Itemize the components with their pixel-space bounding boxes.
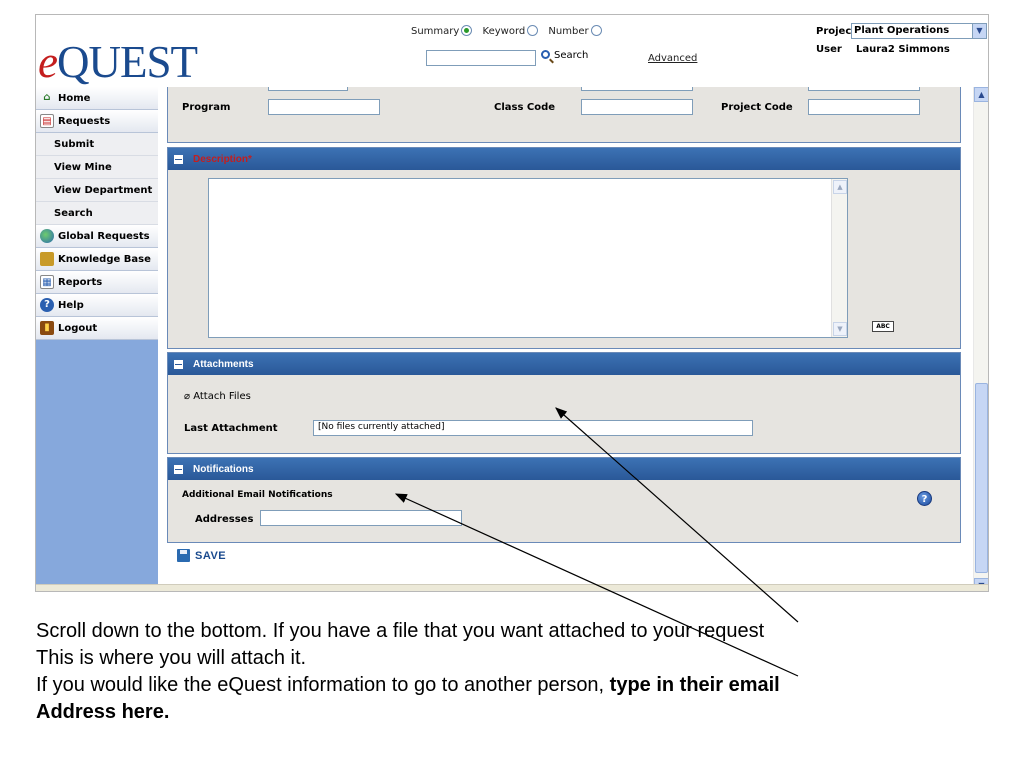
class-code-label: Class Code (494, 102, 556, 113)
project-code-field[interactable] (808, 99, 920, 115)
knowledge-base-icon (40, 252, 54, 266)
last-attachment-field: [No files currently attached] (313, 420, 753, 436)
user-label: User (816, 44, 842, 55)
help-icon[interactable]: ? (917, 491, 932, 506)
logout-icon: ▮ (40, 321, 54, 335)
scroll-up-icon[interactable]: ▲ (974, 87, 988, 102)
paperclip-icon: ⌀ (184, 391, 191, 402)
cut-off-field[interactable] (268, 87, 348, 91)
user-name: Laura2 Simmons (856, 44, 950, 55)
caption-line: If you would like the eQuest information… (36, 674, 780, 696)
additional-email-label: Additional Email Notifications (182, 490, 333, 500)
last-attachment-label: Last Attachment (184, 423, 278, 434)
search-mode-group: Summary Keyword Number (411, 25, 609, 37)
scroll-down-icon[interactable]: ▼ (833, 322, 847, 336)
notifications-header: Notifications (168, 458, 960, 480)
caption-line: Address here. (36, 701, 170, 723)
equest-logo: eQUEST (38, 37, 198, 87)
search-mode-number[interactable]: Number (548, 25, 602, 37)
keyword-radio[interactable] (527, 25, 539, 36)
attach-files-link[interactable]: ⌀ Attach Files (184, 391, 251, 402)
browser-frame: eQUEST Summary Keyword Number Search Adv… (35, 14, 989, 592)
sidebar-item-logout[interactable]: ▮ Logout (36, 317, 158, 340)
sidebar-item-view-department[interactable]: View Department (36, 179, 158, 202)
description-scrollbar[interactable]: ▲ ▼ (831, 179, 847, 337)
collapse-icon[interactable] (174, 154, 183, 164)
sidebar-item-requests[interactable]: ▤ Requests (36, 110, 158, 133)
save-disk-icon (177, 549, 190, 562)
sidebar-item-help[interactable]: ? Help (36, 294, 158, 317)
spell-check-icon[interactable]: ABC (872, 321, 894, 332)
project-select[interactable]: Plant Operations ▼ (851, 23, 987, 39)
sidebar-item-global-requests[interactable]: Global Requests (36, 225, 158, 248)
search-button[interactable]: Search (541, 50, 588, 61)
attachments-header: Attachments (168, 353, 960, 375)
help-icon: ? (40, 298, 54, 312)
chevron-down-icon[interactable]: ▼ (972, 24, 986, 38)
addresses-input[interactable] (260, 510, 462, 526)
description-panel: Description * ▲ ▼ ABC (167, 147, 961, 349)
page-scrollbar[interactable]: ▲ ▼ (973, 87, 988, 591)
caption-line: This is where you will attach it. (36, 647, 307, 669)
sidebar-item-knowledge-base[interactable]: Knowledge Base (36, 248, 158, 271)
search-mode-keyword[interactable]: Keyword (483, 25, 539, 37)
sidebar-nav: ⌂ Home ▤ Requests Submit View Mine View De… (36, 87, 158, 591)
project-code-label: Project Code (721, 102, 793, 113)
required-marker: * (248, 153, 252, 165)
description-title: Description (193, 153, 249, 165)
description-header: Description * (168, 148, 960, 170)
collapse-icon[interactable] (174, 464, 183, 474)
main-content: Program Class Code Project Code Descript… (158, 87, 973, 591)
number-radio[interactable] (590, 25, 602, 36)
class-code-field[interactable] (581, 99, 693, 115)
description-textarea[interactable]: ▲ ▼ (208, 178, 848, 338)
scroll-up-icon[interactable]: ▲ (833, 180, 847, 194)
cut-off-field[interactable] (808, 87, 920, 91)
globe-icon (40, 229, 54, 243)
search-mode-summary[interactable]: Summary (411, 25, 473, 37)
notifications-title: Notifications (193, 463, 254, 475)
browser-status-bar (36, 584, 988, 591)
sidebar-item-search[interactable]: Search (36, 202, 158, 225)
scroll-thumb[interactable] (975, 383, 988, 573)
request-details-panel: Program Class Code Project Code (167, 87, 961, 143)
save-button[interactable]: SAVE (177, 549, 226, 562)
instruction-caption: Scroll down to the bottom. If you have a… (36, 618, 996, 726)
attachments-title: Attachments (193, 358, 254, 370)
requests-icon: ▤ (40, 114, 54, 128)
sidebar-item-reports[interactable]: ▦ Reports (36, 271, 158, 294)
sidebar-item-submit[interactable]: Submit (36, 133, 158, 156)
search-input[interactable] (426, 50, 536, 66)
advanced-search-link[interactable]: Advanced (648, 53, 697, 64)
caption-line: Scroll down to the bottom. If you have a… (36, 620, 765, 642)
program-field[interactable] (268, 99, 380, 115)
sidebar-item-view-mine[interactable]: View Mine (36, 156, 158, 179)
addresses-label: Addresses (195, 514, 254, 525)
summary-radio[interactable] (461, 25, 473, 36)
home-icon: ⌂ (43, 92, 51, 103)
app-header: eQUEST Summary Keyword Number Search Adv… (36, 15, 988, 87)
search-icon (541, 50, 550, 59)
cut-off-field[interactable] (581, 87, 693, 91)
attachments-panel: Attachments ⌀ Attach Files Last Attachme… (167, 352, 961, 454)
notifications-panel: Notifications Additional Email Notificat… (167, 457, 961, 543)
program-label: Program (182, 102, 231, 113)
reports-icon: ▦ (40, 275, 54, 289)
collapse-icon[interactable] (174, 359, 183, 369)
sidebar-item-home[interactable]: ⌂ Home (36, 87, 158, 110)
